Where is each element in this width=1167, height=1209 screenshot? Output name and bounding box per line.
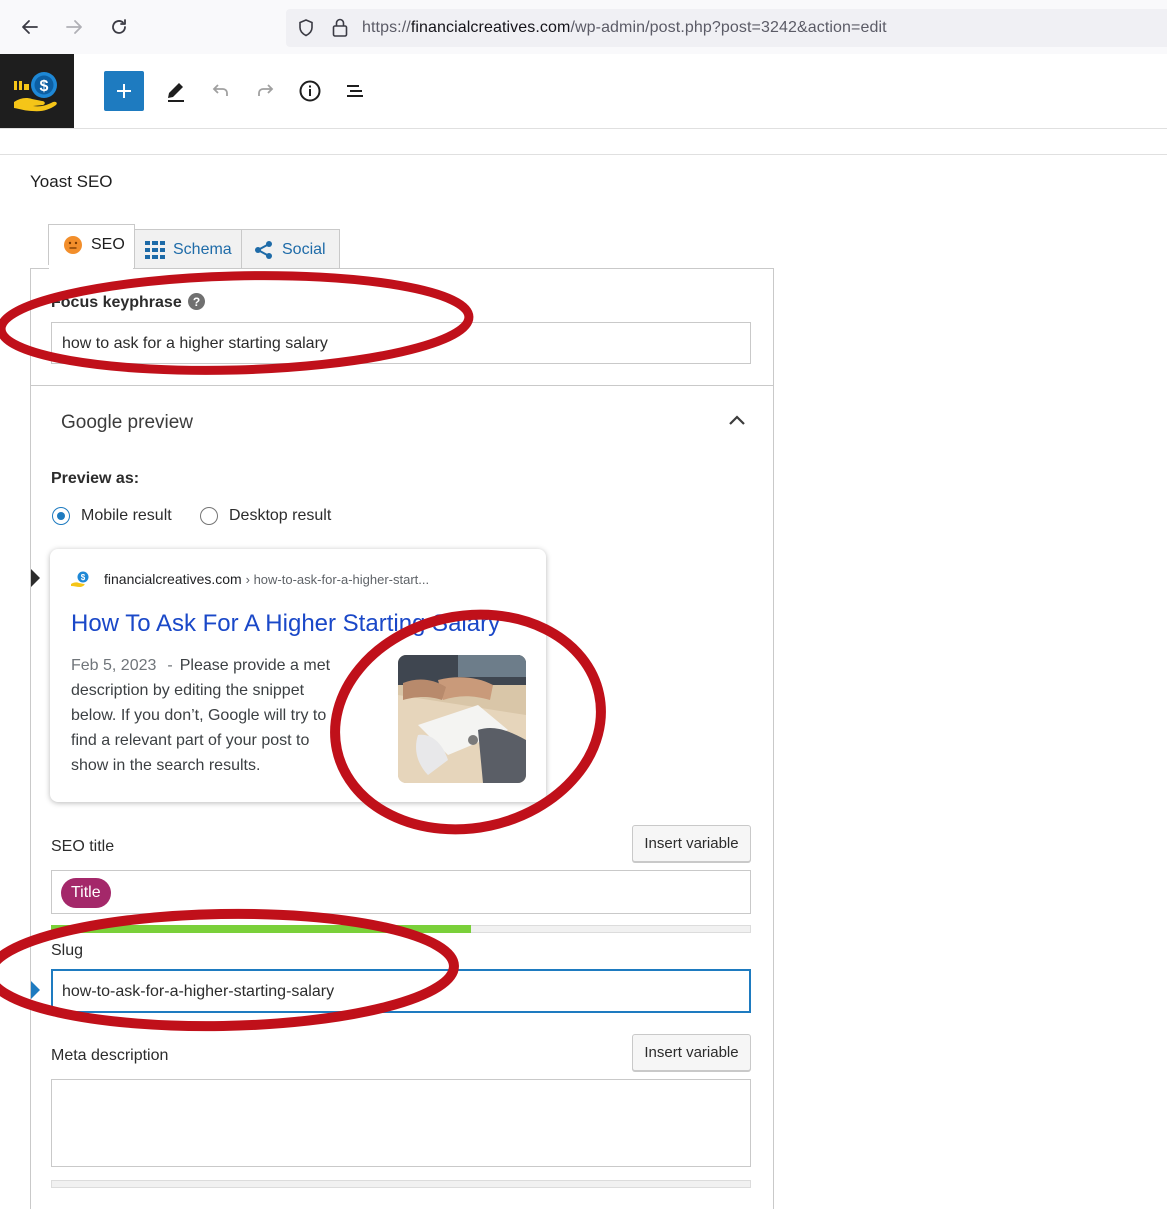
preview-thumbnail-image (398, 655, 526, 783)
slug-label: Slug (51, 942, 84, 959)
preview-snippet-line-1: Feb 5, 2023- Please provide a meta (71, 653, 371, 678)
redo-icon[interactable] (250, 76, 280, 106)
preview-marker-icon (31, 569, 40, 587)
list-view-icon[interactable] (340, 76, 370, 106)
tab-seo-label: SEO (91, 236, 125, 253)
chevron-up-icon[interactable] (726, 410, 748, 432)
svg-text:$: $ (40, 78, 49, 95)
desktop-result-label[interactable]: Desktop result (229, 507, 331, 525)
share-icon (255, 240, 272, 259)
edit-pencil-icon[interactable] (161, 76, 191, 106)
preview-date-separator: - (167, 657, 173, 674)
tab-social[interactable]: Social (241, 229, 340, 269)
preview-date: Feb 5, 2023 (71, 657, 157, 674)
tab-schema-label: Schema (173, 240, 232, 258)
undo-icon[interactable] (206, 76, 236, 106)
yoast-seo-heading: Yoast SEO (30, 172, 113, 191)
dollar-hand-logo-icon: $ (14, 72, 57, 112)
focus-keyphrase-label: Focus keyphrase (51, 294, 182, 311)
plus-icon (117, 84, 131, 98)
preview-site: financialcreatives.com › how-to-ask-for-… (104, 571, 429, 587)
google-preview-heading[interactable]: Google preview (61, 412, 193, 434)
url-path: /wp-admin/post.php?post=3242&action=edit (570, 19, 887, 36)
preview-snippet-text-2: description by editing the snippet (71, 682, 305, 699)
meta-description-input[interactable] (51, 1079, 751, 1167)
mobile-result-radio[interactable] (52, 507, 70, 525)
mobile-result-label[interactable]: Mobile result (81, 507, 172, 525)
preview-site-name: financialcreatives.com (104, 571, 242, 587)
title-variable-pill[interactable]: Title (61, 878, 111, 908)
preview-snippet-text-1: Please provide a meta (179, 657, 339, 674)
url-prefix: https:// (362, 19, 411, 36)
site-logo[interactable]: $ (0, 54, 74, 128)
tab-social-label: Social (282, 240, 326, 258)
url-text: https://financialcreatives.com/wp-admin/… (362, 19, 887, 37)
back-icon[interactable] (15, 12, 45, 42)
focus-keyphrase-input[interactable]: how to ask for a higher starting salary (51, 322, 751, 364)
svg-text:$: $ (81, 573, 86, 582)
preview-snippet: Feb 5, 2023- Please provide a meta descri… (71, 653, 371, 778)
lock-icon[interactable] (330, 17, 350, 44)
meta-description-insert-variable-button[interactable]: Insert variable (632, 1034, 751, 1071)
slug-value: how-to-ask-for-a-higher-starting-salary (62, 983, 335, 1000)
preview-snippet-text-5: show in the search results. (71, 757, 261, 774)
meta-description-label: Meta description (51, 1047, 169, 1064)
add-block-button[interactable] (104, 71, 144, 111)
favicon-icon: $ (70, 570, 90, 593)
preview-breadcrumb: › how-to-ask-for-a-higher-start... (245, 572, 430, 587)
reload-icon[interactable] (104, 12, 134, 42)
info-icon[interactable] (295, 76, 325, 106)
desktop-result-radio[interactable] (200, 507, 218, 525)
divider (0, 154, 1167, 155)
focus-keyphrase-value: how to ask for a higher starting salary (62, 335, 328, 352)
tracking-shield-icon[interactable] (296, 18, 316, 43)
preview-snippet-text-4: find a relevant part of your post to (71, 732, 310, 749)
preview-as-label: Preview as: (51, 470, 140, 487)
help-icon[interactable]: ? (188, 293, 205, 310)
seo-title-insert-variable-button[interactable]: Insert variable (632, 825, 751, 862)
grid-icon (145, 240, 165, 259)
meta-description-progress-track (51, 1180, 751, 1188)
slug-marker-icon (31, 981, 40, 999)
seo-title-input[interactable] (51, 870, 751, 914)
active-tab-connector (49, 264, 133, 270)
sad-face-icon (64, 236, 82, 254)
seo-title-progress-fill (51, 925, 471, 933)
url-host: financialcreatives.com (410, 19, 571, 36)
section-divider (31, 385, 773, 386)
slug-input[interactable]: how-to-ask-for-a-higher-starting-salary (51, 969, 751, 1013)
forward-icon[interactable] (59, 12, 89, 42)
preview-title[interactable]: How To Ask For A Higher Starting Salary (71, 610, 521, 638)
tab-seo[interactable]: SEO (48, 224, 135, 265)
tab-schema[interactable]: Schema (134, 229, 242, 269)
snippet-fade (330, 655, 398, 783)
seo-title-label: SEO title (51, 838, 115, 855)
preview-snippet-text-3: below. If you don’t, Google will try to (71, 707, 327, 724)
